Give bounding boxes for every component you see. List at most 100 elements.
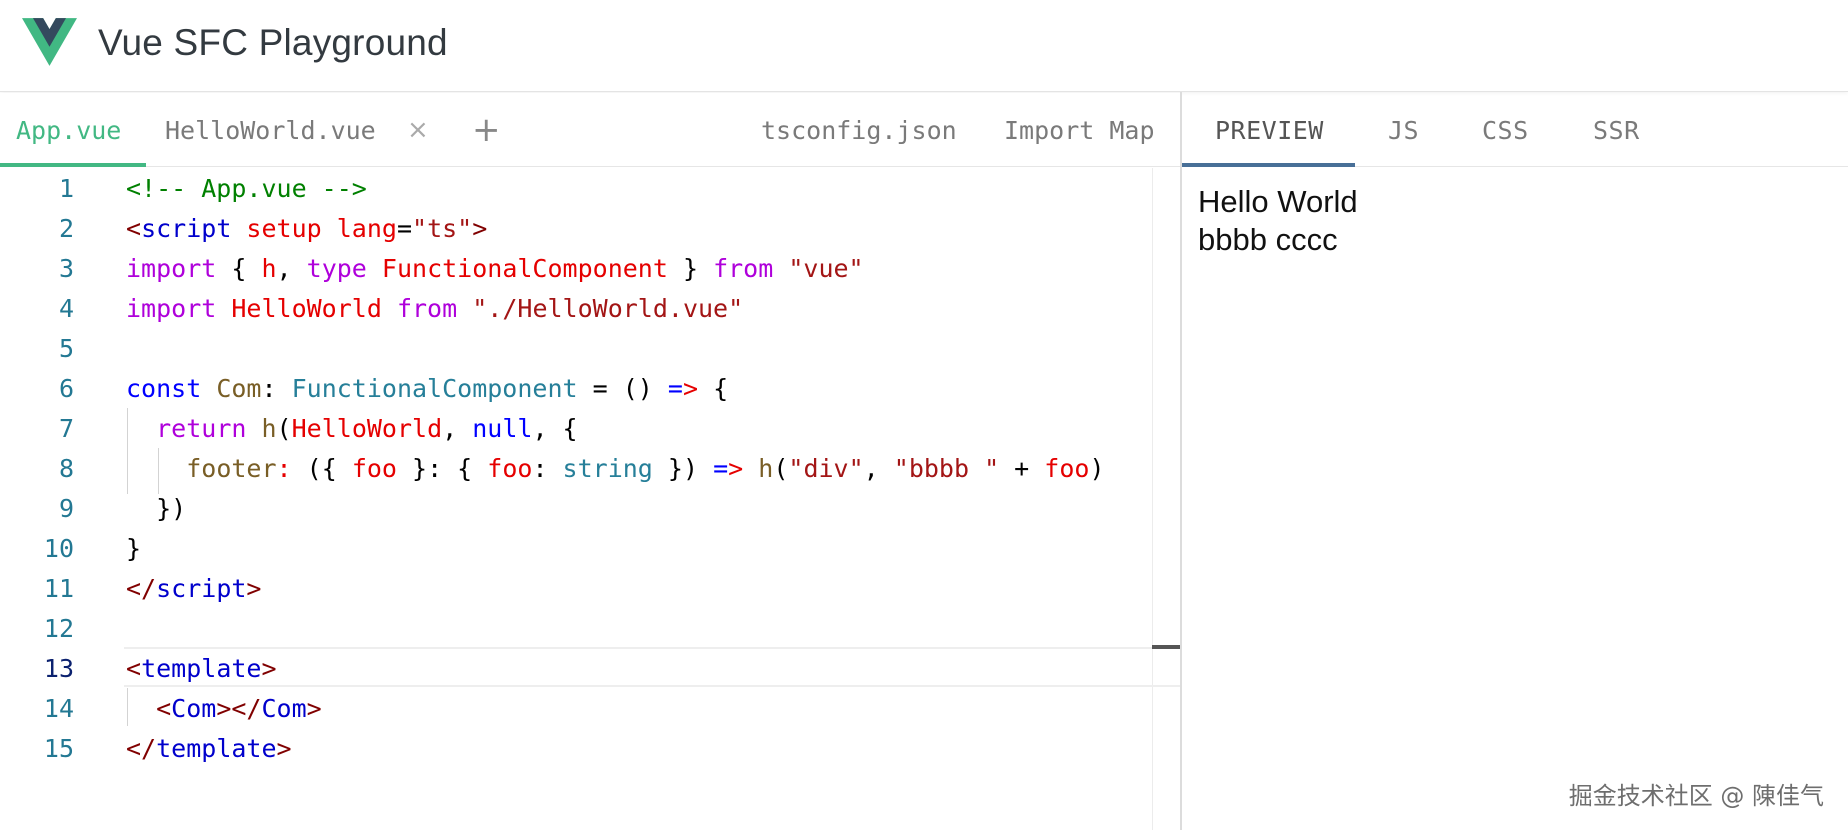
code-token: return	[156, 414, 247, 443]
code-token: h	[261, 414, 277, 443]
app-title: Vue SFC Playground	[98, 22, 448, 63]
vue-logo-icon[interactable]	[22, 18, 77, 66]
split-pane-divider[interactable]	[1180, 92, 1182, 830]
code-token: foo	[351, 454, 397, 483]
code-token: =	[713, 454, 729, 483]
app-header: Vue SFC Playground	[0, 0, 1848, 92]
add-file-button[interactable]: +	[472, 93, 501, 167]
code-token: >	[276, 734, 292, 763]
code-token: footer	[186, 454, 277, 483]
code-token: =	[396, 214, 413, 243]
code-token: HelloWorld	[231, 294, 382, 323]
close-tab-icon[interactable]: ×	[407, 93, 429, 167]
tab-ssr[interactable]: SSR	[1593, 93, 1640, 167]
code-token: >	[472, 214, 488, 243]
code-token: const	[126, 374, 202, 403]
code-line[interactable]: </template>	[126, 734, 292, 763]
code-token: FunctionalComponent	[381, 254, 668, 283]
code-token: from	[713, 254, 774, 283]
code-line[interactable]: return h(HelloWorld, null, {	[126, 414, 578, 443]
code-token: "ts"	[412, 214, 473, 243]
code-token: ({	[291, 454, 352, 483]
code-line[interactable]: <template>	[126, 654, 277, 683]
tab-tsconfig-json[interactable]: tsconfig.json	[761, 93, 957, 167]
code-token: {	[698, 374, 729, 403]
code-token: </	[126, 574, 157, 603]
preview-line-2: bbbb cccc	[1198, 222, 1338, 257]
code-token: )	[1089, 454, 1105, 483]
code-token: >	[728, 454, 744, 483]
code-token: :	[276, 454, 292, 483]
line-number: 7	[58, 414, 74, 443]
tab-css[interactable]: CSS	[1482, 93, 1529, 167]
preview-pane: Hello World bbbb cccc	[1198, 183, 1358, 259]
code-token: Com	[216, 374, 262, 403]
code-token: template	[156, 734, 277, 763]
scrollbar-position-marker[interactable]	[1152, 645, 1180, 649]
code-token: FunctionalComponent	[291, 374, 578, 403]
code-token: , {	[532, 414, 578, 443]
line-number: 1	[58, 174, 74, 203]
tab-js[interactable]: JS	[1388, 93, 1419, 167]
watermark: 掘金技术社区 @ 陳佳气	[1568, 782, 1824, 810]
code-line[interactable]: footer: ({ foo }: { foo: string }) => h(…	[126, 454, 1105, 483]
line-number: 8	[58, 454, 74, 483]
line-number: 6	[58, 374, 74, 403]
code-token: HelloWorld	[291, 414, 443, 443]
tab-app-vue[interactable]: App.vue	[16, 93, 121, 167]
code-token: +	[999, 454, 1045, 483]
code-token: import	[126, 294, 217, 323]
line-number: 11	[43, 574, 74, 603]
current-line-highlight	[124, 647, 1180, 687]
code-token: string	[562, 454, 653, 483]
code-token: foo	[1044, 454, 1090, 483]
code-token: })	[126, 494, 187, 523]
tab-helloworld-vue[interactable]: HelloWorld.vue	[165, 93, 376, 167]
code-token: ,	[863, 454, 894, 483]
code-token: template	[141, 654, 262, 683]
code-line[interactable]: import HelloWorld from "./HelloWorld.vue…	[126, 294, 743, 323]
code-token: from	[396, 294, 458, 323]
line-number: 10	[43, 534, 74, 563]
code-token: (	[773, 454, 789, 483]
line-number: 9	[58, 494, 74, 523]
code-token: "./HelloWorld.vue"	[472, 294, 744, 323]
active-tab-indicator	[0, 163, 146, 167]
code-token: =	[667, 374, 683, 403]
code-token: lang	[321, 214, 397, 243]
code-line[interactable]: }	[126, 534, 141, 563]
code-token: </	[126, 734, 157, 763]
code-token: <	[156, 694, 172, 723]
tab-import-map[interactable]: Import Map	[1004, 93, 1155, 167]
line-number: 13	[43, 654, 74, 683]
code-line[interactable]: <script setup lang="ts">	[126, 214, 487, 243]
code-line[interactable]: <Com></Com>	[126, 694, 322, 723]
line-number: 15	[43, 734, 74, 763]
code-line[interactable]: })	[126, 494, 186, 523]
code-line[interactable]: </script>	[126, 574, 261, 603]
code-token: <	[126, 654, 142, 683]
code-token: {	[216, 254, 262, 283]
preview-line-1: Hello World	[1198, 184, 1358, 219]
line-number: 12	[43, 614, 74, 643]
code-editor[interactable]: 1 2 3 4 5 6 7 8 9 10 11 12 13 14 15 <!-- App.vue --> <s…	[0, 168, 1180, 830]
code-token: setup	[231, 214, 322, 243]
output-tabs-bar: PREVIEW JS CSS SSR	[1182, 93, 1848, 167]
code-token: "div"	[788, 454, 864, 483]
line-number: 14	[43, 694, 74, 723]
code-token: null	[472, 414, 533, 443]
tab-preview[interactable]: PREVIEW	[1215, 93, 1324, 167]
line-number: 5	[58, 334, 74, 363]
code-token: <!-- App.vue -->	[126, 174, 367, 203]
code-token: type	[306, 254, 367, 283]
code-line[interactable]: const Com: FunctionalComponent = () => {	[126, 374, 728, 403]
code-token: }: {	[396, 454, 488, 483]
code-line[interactable]: import { h, type FunctionalComponent } f…	[126, 254, 864, 283]
code-line[interactable]: <!-- App.vue -->	[126, 174, 367, 203]
